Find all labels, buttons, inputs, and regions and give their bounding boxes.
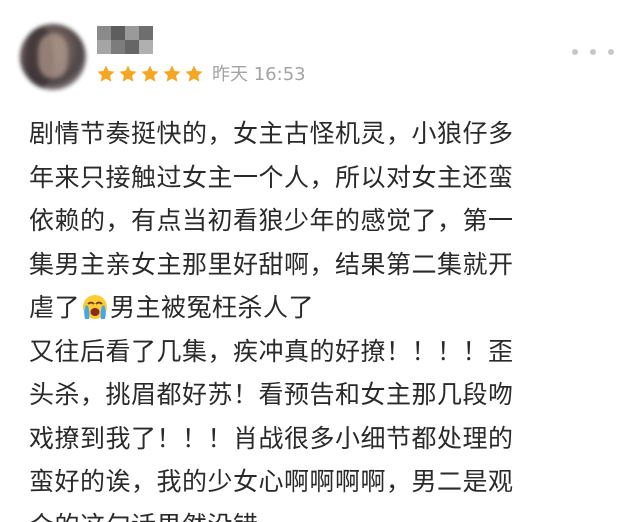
review-line: 年来只接触过女主一个人，所以对女主还蛮	[29, 162, 514, 192]
more-dot-icon	[608, 49, 614, 55]
loudly-crying-face-icon	[83, 295, 108, 319]
review-line: 依赖的，有点当初看狼少年的感觉了，第一	[29, 206, 514, 235]
review-card: 昨天 16:53 剧情节奏挺快的，女主古怪机灵，小狼仔多 年来只接触过女主一个人…	[0, 0, 640, 522]
star-icon	[141, 65, 159, 82]
more-dot-icon	[590, 49, 596, 55]
timestamp: 昨天 16:53	[212, 64, 306, 85]
star-icon	[97, 65, 115, 82]
more-dot-icon	[572, 49, 578, 55]
review-line: 蛮好的诶，我的少女心啊啊啊啊，男二是观	[29, 467, 514, 496]
review-text-segment: 虐了	[29, 293, 81, 322]
more-options-button[interactable]	[572, 42, 614, 62]
review-line: 虐了 男主被冤枉杀人了	[29, 286, 629, 330]
star-rating	[96, 64, 204, 86]
avatar-face	[38, 34, 68, 78]
review-line: 又往后看了几集，疾冲真的好撩！！！！歪	[29, 336, 514, 366]
review-line: 剧情节奏挺快的，女主古怪机灵，小狼仔多	[29, 119, 514, 148]
avatar[interactable]	[20, 24, 86, 90]
review-line: 戏撩到我了！！！肖战很多小细节都处理的	[29, 423, 514, 453]
review-line: 头杀，挑眉都好苏！看预告和女主那几段吻	[29, 380, 514, 409]
username-pixelated[interactable]	[97, 26, 155, 54]
review-text-segment: 男主被冤枉杀人了	[110, 293, 315, 322]
star-icon	[163, 65, 181, 82]
star-icon	[185, 65, 203, 82]
star-icon	[119, 65, 137, 82]
review-line: 众的这句话果然没错	[29, 504, 629, 522]
review-content: 剧情节奏挺快的，女主古怪机灵，小狼仔多 年来只接触过女主一个人，所以对女主还蛮 …	[29, 112, 629, 522]
review-line: 集男主亲女主那里好甜啊，结果第二集就开	[29, 249, 514, 279]
